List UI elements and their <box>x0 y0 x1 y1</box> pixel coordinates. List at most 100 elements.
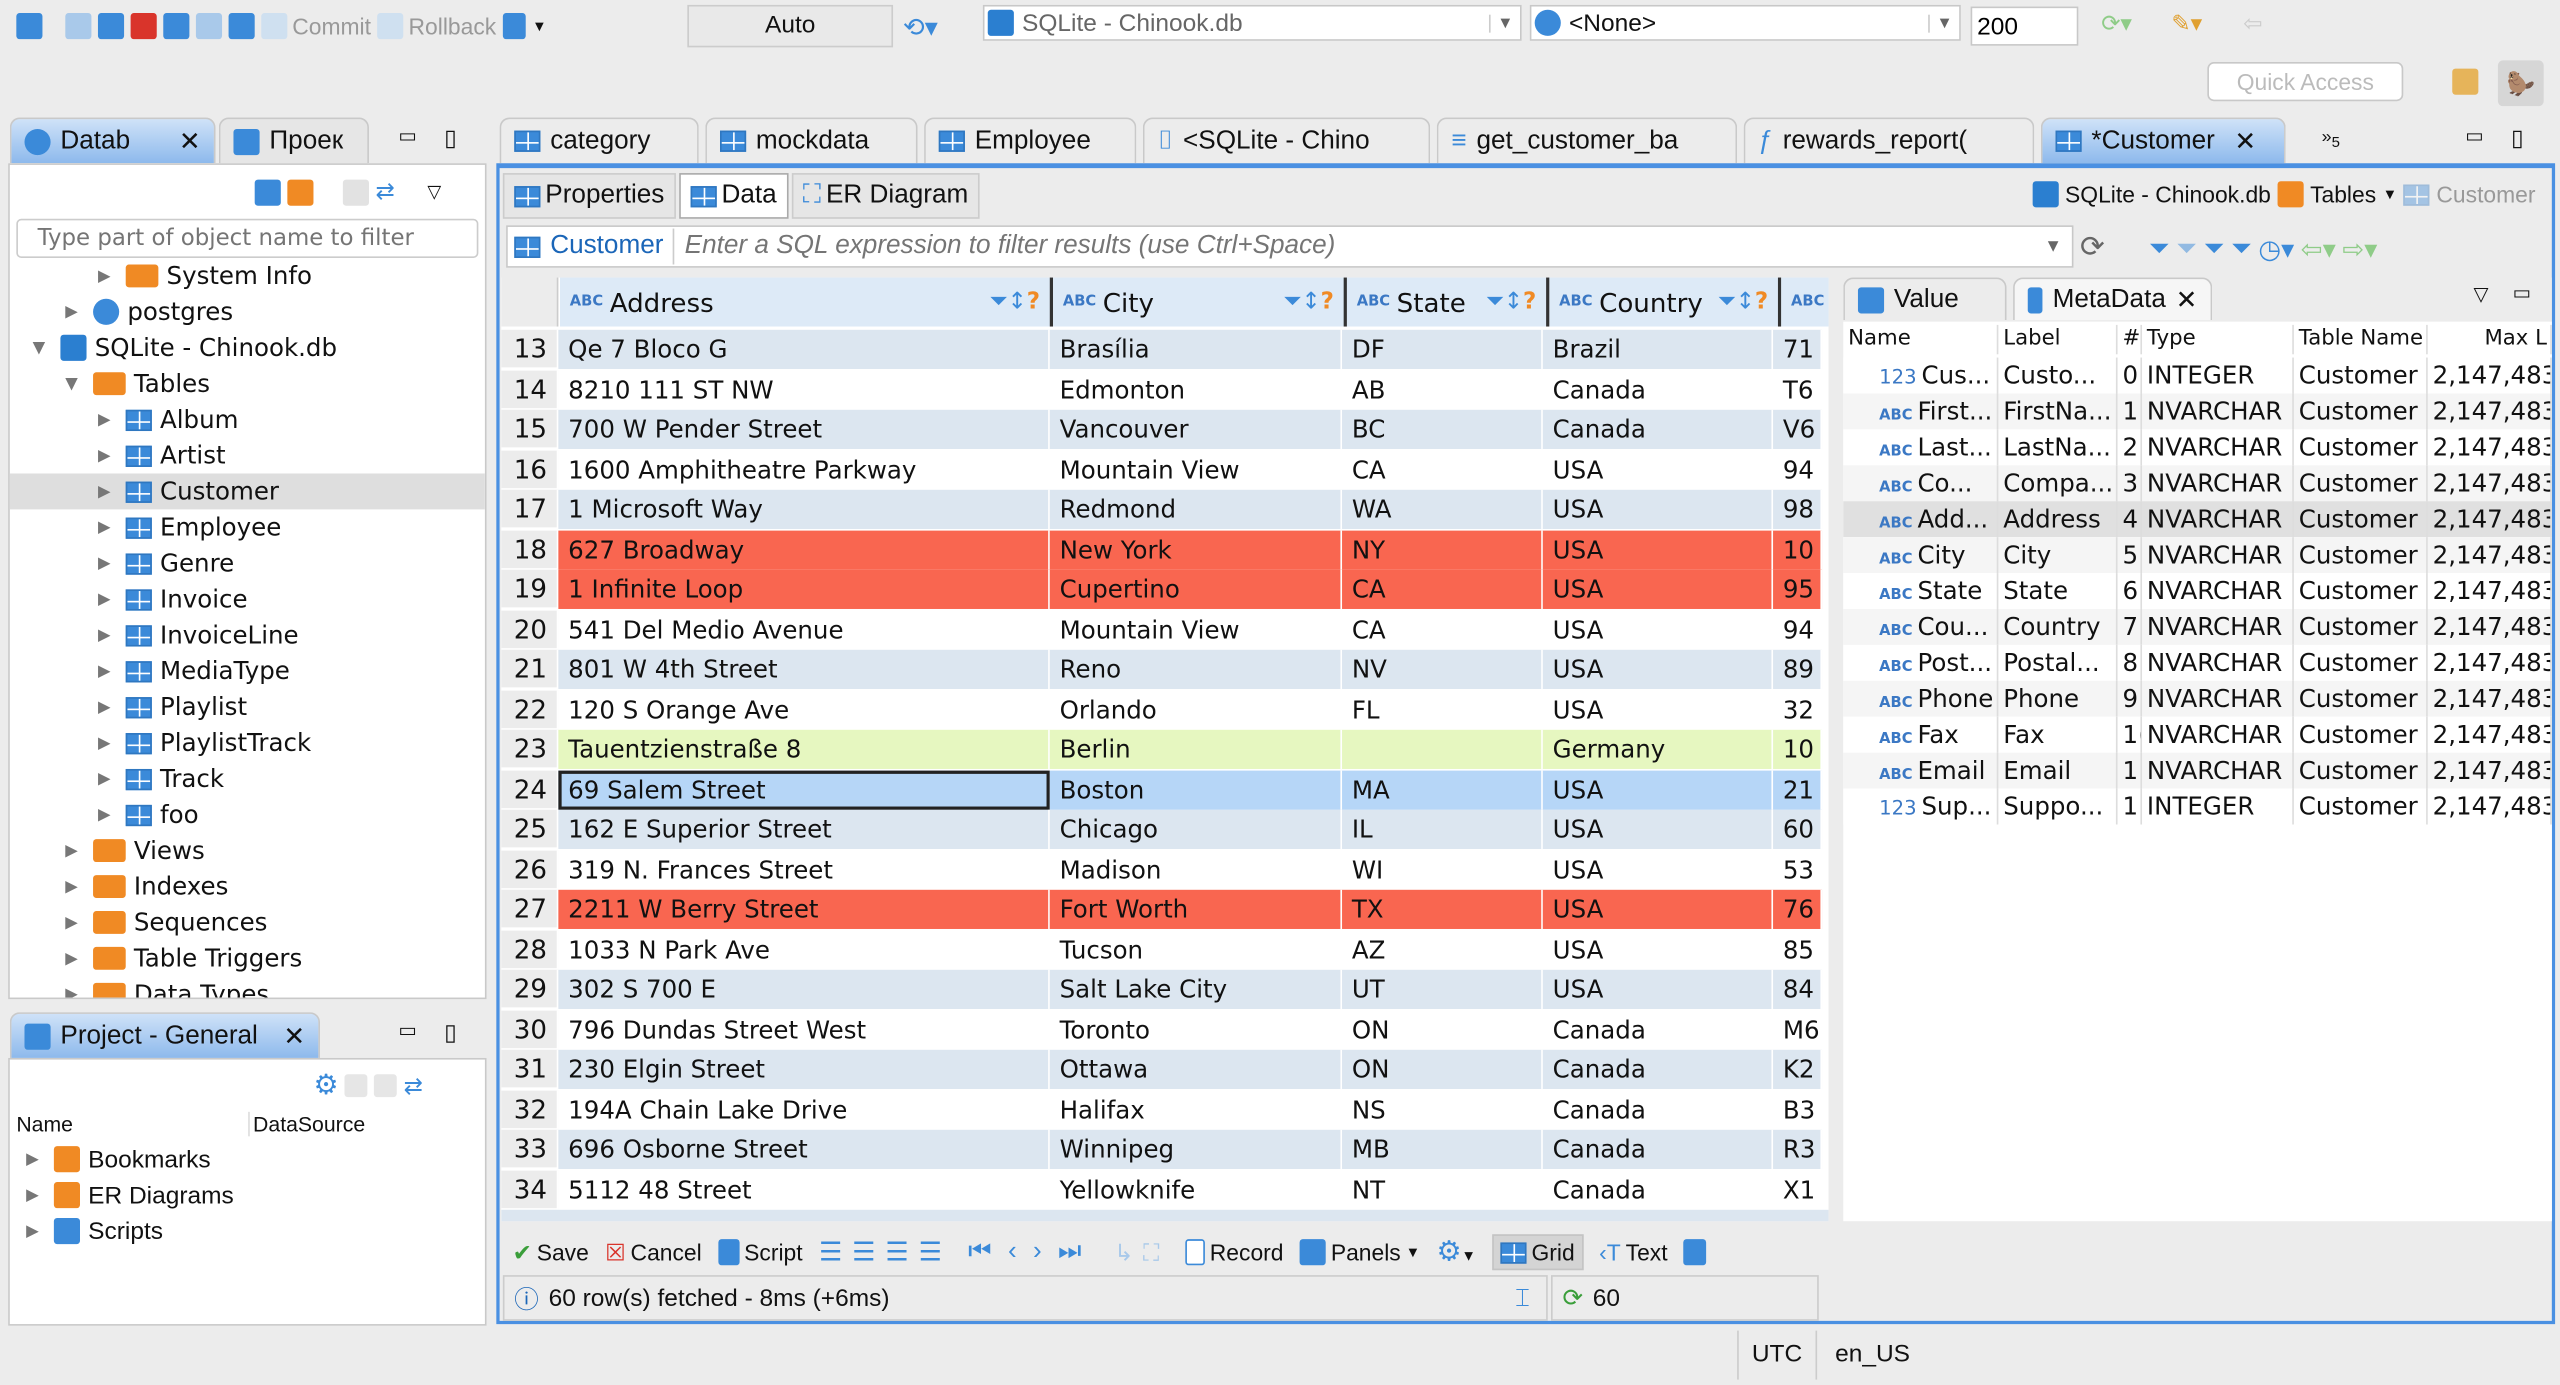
back-icon[interactable]: ⇦ <box>2243 10 2262 38</box>
table-cell[interactable]: TX <box>1342 889 1543 929</box>
reconnect-icon[interactable] <box>97 13 125 40</box>
editor-tab[interactable]: ≡ get_customer_ba <box>1436 117 1738 164</box>
metadata-row[interactable]: ABC Phone Phone 9 NVARCHAR Customer 2,147,483 <box>1843 680 2552 717</box>
project-item[interactable]: ▶ ER Diagrams <box>10 1177 485 1213</box>
chevron-down-icon[interactable]: ▼ <box>65 375 85 393</box>
metadata-row[interactable]: ABC Email Email 1 NVARCHAR Customer 2,147,483 <box>1843 752 2552 789</box>
table-cell[interactable]: 89 <box>1773 649 1823 689</box>
table-cell[interactable]: Boston <box>1049 769 1343 809</box>
chevron-right-icon[interactable]: ▶ <box>98 770 118 788</box>
table-cell[interactable]: 627 Broadway <box>558 529 1050 569</box>
tab-project-general[interactable]: Project - General ✕ <box>9 1012 320 1058</box>
column-header-country[interactable]: ABC Country ⏷↕? <box>1549 277 1782 327</box>
table-cell[interactable]: M6 <box>1773 1009 1823 1049</box>
table-row[interactable]: 16 1600 Amphitheatre Parkway Mountain View… <box>501 449 1823 489</box>
chevron-right-icon[interactable]: ▶ <box>98 482 118 500</box>
metadata-column-header[interactable]: Label <box>1998 324 2118 355</box>
minimize-icon[interactable]: ▭ <box>398 124 417 147</box>
first-page-icon[interactable]: ⏮ <box>968 1238 1008 1266</box>
table-cell[interactable]: Canada <box>1542 369 1774 409</box>
view-menu-icon[interactable]: ▽ <box>2473 282 2488 305</box>
table-cell[interactable]: Reno <box>1049 649 1343 689</box>
metadata-row[interactable]: ABC State State 6 NVARCHAR Customer 2,147,483 <box>1843 573 2552 609</box>
tab-properties[interactable]: Properties <box>502 173 676 219</box>
table-row[interactable]: 28 1033 N Park Ave Tucson AZ USA 85 <box>501 929 1823 969</box>
metadata-column-header[interactable]: Max L <box>2428 324 2552 355</box>
metadata-row[interactable]: ABC Post... Postal... 8 NVARCHAR Customer 2,14… <box>1843 644 2552 681</box>
table-cell[interactable]: USA <box>1542 529 1774 569</box>
table-cell[interactable]: Winnipeg <box>1049 1129 1343 1169</box>
table-cell[interactable]: Fort Worth <box>1049 889 1343 929</box>
table-cell[interactable]: NV <box>1342 649 1543 689</box>
table-row[interactable]: 27 2211 W Berry Street Fort Worth TX USA 76 <box>501 889 1823 929</box>
open-recent-script-icon[interactable] <box>195 13 223 40</box>
last-page-icon[interactable]: ⏭ <box>1058 1238 1098 1266</box>
quick-access-input[interactable]: Quick Access <box>2207 62 2404 102</box>
table-cell[interactable]: CA <box>1342 569 1543 609</box>
chevron-right-icon[interactable]: ▶ <box>98 554 118 572</box>
tree-item[interactable]: ▶ Artist <box>10 438 485 474</box>
close-icon[interactable]: ✕ <box>2176 283 2198 316</box>
tree-item[interactable]: ▶ Track <box>10 761 485 797</box>
table-cell[interactable]: Canada <box>1542 409 1774 449</box>
project-item[interactable]: ▶ Scripts <box>10 1213 485 1249</box>
table-cell[interactable]: USA <box>1542 969 1774 1009</box>
history-icon[interactable]: ⟲▾ <box>903 11 938 44</box>
table-cell[interactable]: 8210 111 ST NW <box>558 369 1050 409</box>
table-cell[interactable]: 5112 48 Street <box>558 1169 1050 1209</box>
table-cell[interactable]: AB <box>1342 369 1543 409</box>
refresh-icon[interactable]: ⟳ <box>1562 1283 1583 1313</box>
chevron-right-icon[interactable]: ▶ <box>98 411 118 429</box>
minimize-icon[interactable]: ▭ <box>398 1019 417 1042</box>
table-cell[interactable]: MA <box>1342 769 1543 809</box>
chevron-down-icon[interactable]: ▼ <box>33 339 53 357</box>
metadata-row[interactable]: ABC Cou... Country 7 NVARCHAR Customer 2,147,4… <box>1843 608 2552 645</box>
table-cell[interactable]: 696 Osborne Street <box>558 1129 1050 1169</box>
filter-input[interactable] <box>673 228 2035 265</box>
more-tabs-button[interactable]: »5 <box>2322 127 2340 150</box>
editor-tab[interactable]: Employee <box>924 117 1137 164</box>
table-cell[interactable]: UT <box>1342 969 1543 1009</box>
table-row[interactable]: 23 Tauentzienstraße 8 Berlin Germany 10 <box>501 729 1823 769</box>
table-cell[interactable]: Madison <box>1049 849 1343 889</box>
table-cell[interactable]: IL <box>1342 809 1543 849</box>
filter-history-icon[interactable]: ▼ <box>2044 237 2072 257</box>
metadata-row[interactable]: 123 Cus... Custo... 0 INTEGER Customer 2,147,4… <box>1843 357 2552 394</box>
transaction-mode-icon[interactable] <box>502 13 526 40</box>
table-cell[interactable]: 69 Salem Street <box>558 769 1050 809</box>
table-cell[interactable]: 120 S Orange Ave <box>558 689 1050 729</box>
apply-filter-icon[interactable]: ⏷ <box>2149 235 2170 264</box>
panels-button[interactable]: Panels ▼ <box>1299 1239 1420 1266</box>
chevron-right-icon[interactable]: ▶ <box>98 267 118 285</box>
chevron-right-icon[interactable]: ▶ <box>98 590 118 608</box>
table-cell[interactable]: 1033 N Park Ave <box>558 929 1050 969</box>
close-icon[interactable]: ✕ <box>179 125 201 158</box>
new-script-icon[interactable] <box>228 13 255 40</box>
table-cell[interactable]: Vancouver <box>1049 409 1343 449</box>
tab-er-diagram[interactable]: ⛶ ER Diagram <box>791 173 980 219</box>
result-limit-input[interactable] <box>1970 6 2079 46</box>
tree-item[interactable]: ▶ Genre <box>10 545 485 581</box>
table-cell[interactable]: 95 <box>1773 569 1823 609</box>
filter-sort-icon[interactable]: ⏷↕? <box>1283 289 1334 315</box>
table-cell[interactable]: V6 <box>1773 409 1823 449</box>
copy-row-icon[interactable]: ☰ <box>885 1239 918 1267</box>
next-page-icon[interactable]: › <box>1033 1238 1058 1266</box>
table-cell[interactable]: 162 E Superior Street <box>558 809 1050 849</box>
breadcrumb-connection[interactable]: SQLite - Chinook.db <box>2065 181 2271 207</box>
active-schema-select[interactable]: <None> ▼ <box>1529 4 1961 41</box>
table-cell[interactable]: 84 <box>1773 969 1823 1009</box>
table-row[interactable]: 33 696 Osborne Street Winnipeg MB Canada R3 <box>501 1129 1823 1169</box>
view-menu-icon[interactable]: ▽ <box>427 181 441 203</box>
table-cell[interactable]: Canada <box>1542 1009 1774 1049</box>
next-icon[interactable]: ⇨▾ <box>2342 233 2377 266</box>
cancel-button[interactable]: ☒ Cancel <box>605 1238 702 1266</box>
table-cell[interactable]: USA <box>1542 769 1774 809</box>
minimize-icon[interactable]: ▭ <box>2513 281 2532 304</box>
table-row[interactable]: 14 8210 111 ST NW Edmonton AB Canada T6 <box>501 369 1823 409</box>
chevron-right-icon[interactable]: ▶ <box>98 662 118 680</box>
settings-icon[interactable]: ⚙ <box>313 1069 338 1102</box>
table-cell[interactable]: USA <box>1542 809 1774 849</box>
table-cell[interactable]: Brazil <box>1542 329 1774 369</box>
tree-item[interactable]: ▶ Playlist <box>10 689 485 725</box>
